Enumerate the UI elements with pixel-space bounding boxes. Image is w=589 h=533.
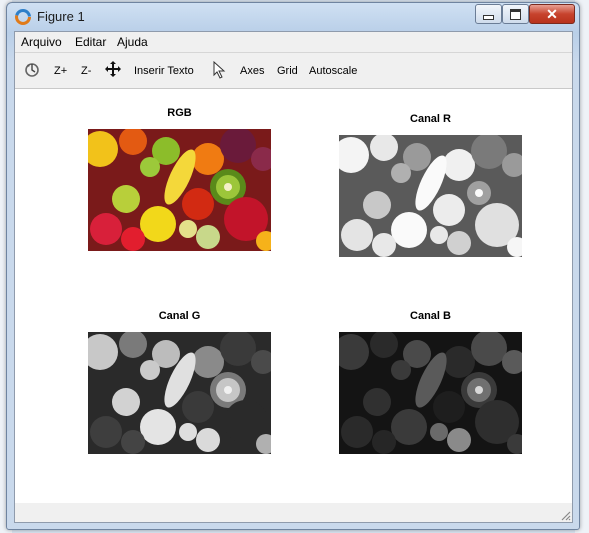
pan-icon[interactable] (104, 60, 122, 78)
subplot-title-canal-g: Canal G (158, 310, 201, 322)
menu-arquivo[interactable]: Arquivo (21, 35, 62, 49)
select-pointer-icon[interactable] (213, 61, 226, 79)
window-title: Figure 1 (37, 9, 85, 24)
menu-ajuda[interactable]: Ajuda (117, 35, 148, 49)
subplot-title-canal-r: Canal R (410, 113, 451, 125)
rotate-icon[interactable] (24, 62, 40, 78)
title-bar[interactable]: Figure 1 ✕ (7, 3, 579, 31)
maximize-button[interactable] (502, 4, 529, 24)
subplot-title-canal-b: Canal B (410, 310, 451, 322)
app-logo-icon (15, 9, 31, 25)
zoom-in-button[interactable]: Z+ (54, 65, 67, 77)
figure-window: Figure 1 ✕ Arquivo Editar Ajuda Z+ Z- In… (6, 2, 580, 530)
insert-text-button[interactable]: Inserir Texto (134, 65, 194, 77)
menu-editar[interactable]: Editar (75, 35, 106, 49)
close-button[interactable]: ✕ (529, 4, 575, 24)
client-area: Arquivo Editar Ajuda Z+ Z- Inserir Texto… (14, 31, 573, 523)
figure-canvas[interactable]: RGB Canal R Canal G Canal B (15, 89, 572, 503)
minimize-button[interactable] (475, 4, 502, 24)
fruit-image-canal-g (88, 332, 271, 454)
grid-button[interactable]: Grid (277, 65, 298, 77)
minimize-icon (483, 14, 494, 20)
fruit-image-canal-r (339, 135, 522, 257)
subplot-title-rgb: RGB (167, 107, 192, 119)
fruit-image-rgb (88, 129, 271, 251)
close-icon: ✕ (546, 6, 558, 22)
toolbar: Z+ Z- Inserir Texto Axes Grid Autoscale (15, 53, 572, 89)
menu-bar: Arquivo Editar Ajuda (15, 32, 572, 53)
axes-button[interactable]: Axes (240, 65, 264, 77)
status-bar (15, 503, 572, 522)
fruit-image-canal-b (339, 332, 522, 454)
autoscale-button[interactable]: Autoscale (309, 65, 357, 77)
zoom-out-button[interactable]: Z- (81, 65, 91, 77)
resize-grip-icon[interactable] (559, 509, 571, 521)
maximize-icon (510, 8, 521, 20)
